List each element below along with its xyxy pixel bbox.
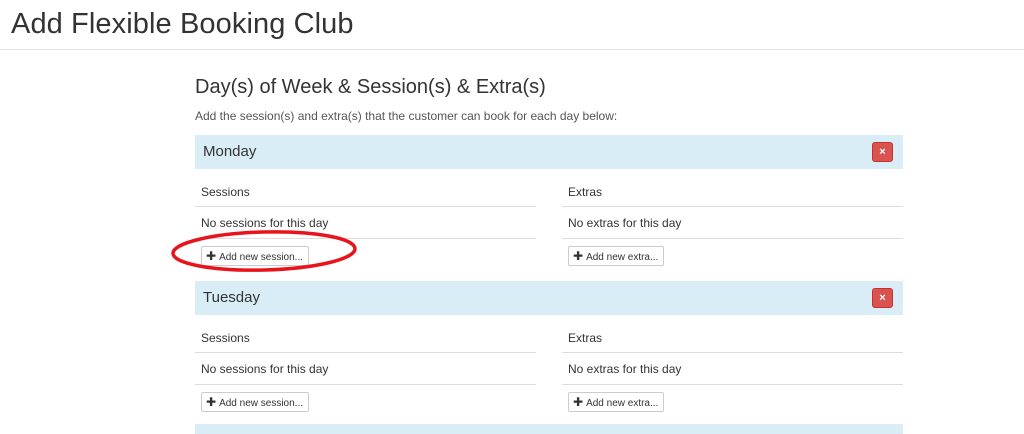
day-block-monday: Monday × Sessions No sessions for this d… bbox=[195, 135, 903, 281]
plus-icon: ✚ bbox=[573, 249, 584, 263]
extras-heading: Extras bbox=[562, 315, 903, 353]
extras-column: Extras No extras for this day ✚ Add new e… bbox=[562, 315, 903, 412]
day-name: Monday bbox=[203, 143, 257, 160]
add-session-button[interactable]: ✚ Add new session... bbox=[201, 246, 309, 266]
extras-empty-text: No extras for this day bbox=[562, 353, 903, 385]
sessions-empty-text: No sessions for this day bbox=[195, 353, 536, 385]
close-icon: × bbox=[879, 292, 886, 304]
section-description: Add the session(s) and extra(s) that the… bbox=[195, 109, 618, 123]
sessions-column: Sessions No sessions for this day ✚ Add n… bbox=[195, 315, 536, 412]
sessions-empty-text: No sessions for this day bbox=[195, 207, 536, 239]
add-extra-button[interactable]: ✚ Add new extra... bbox=[568, 246, 665, 266]
day-header: Monday × bbox=[195, 135, 903, 169]
day-block-tuesday: Tuesday × Sessions No sessions for this … bbox=[195, 281, 903, 427]
day-header: Tuesday × bbox=[195, 281, 903, 315]
next-day-header-partial bbox=[195, 424, 903, 434]
page-header: Add Flexible Booking Club bbox=[0, 0, 1024, 50]
plus-icon: ✚ bbox=[573, 395, 584, 409]
remove-day-button[interactable]: × bbox=[872, 142, 893, 162]
extras-empty-text: No extras for this day bbox=[562, 207, 903, 239]
add-extra-button[interactable]: ✚ Add new extra... bbox=[568, 392, 665, 412]
day-name: Tuesday bbox=[203, 289, 260, 306]
close-icon: × bbox=[879, 146, 886, 158]
extras-heading: Extras bbox=[562, 169, 903, 207]
day-body: Sessions No sessions for this day ✚ Add n… bbox=[195, 315, 903, 427]
add-session-button[interactable]: ✚ Add new session... bbox=[201, 392, 309, 412]
add-session-label: Add new session... bbox=[219, 252, 303, 263]
plus-icon: ✚ bbox=[206, 395, 217, 409]
page-title: Add Flexible Booking Club bbox=[11, 8, 354, 40]
plus-icon: ✚ bbox=[206, 249, 217, 263]
remove-day-button[interactable]: × bbox=[872, 288, 893, 308]
add-session-label: Add new session... bbox=[219, 398, 303, 409]
day-body: Sessions No sessions for this day ✚ Add n… bbox=[195, 169, 903, 281]
booking-days-section: Day(s) of Week & Session(s) & Extra(s) A… bbox=[195, 70, 903, 427]
sessions-heading: Sessions bbox=[195, 169, 536, 207]
extras-column: Extras No extras for this day ✚ Add new e… bbox=[562, 169, 903, 266]
section-title: Day(s) of Week & Session(s) & Extra(s) bbox=[195, 76, 546, 98]
sessions-heading: Sessions bbox=[195, 315, 536, 353]
sessions-column: Sessions No sessions for this day ✚ Add n… bbox=[195, 169, 536, 266]
add-extra-label: Add new extra... bbox=[586, 398, 659, 409]
add-extra-label: Add new extra... bbox=[586, 252, 659, 263]
